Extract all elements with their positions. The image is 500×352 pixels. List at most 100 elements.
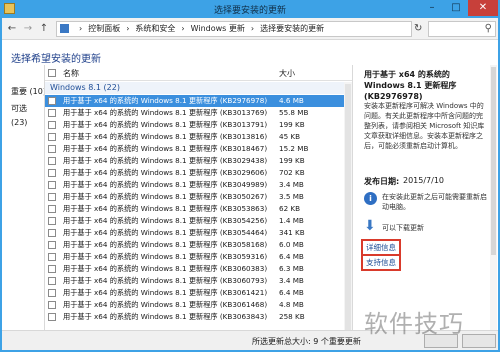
title-bar: 选择要安装的更新 – □ ✕ <box>0 0 500 18</box>
update-size: 6.4 MB <box>279 288 304 297</box>
table-row[interactable]: 用于基于 x64 的系统的 Windows 8.1 更新程序 (KB306146… <box>45 299 352 311</box>
table-row[interactable]: 用于基于 x64 的系统的 Windows 8.1 更新程序 (KB305816… <box>45 239 352 251</box>
table-row[interactable]: 用于基于 x64 的系统的 Windows 8.1 更新程序 (KB305386… <box>45 203 352 215</box>
select-all-checkbox[interactable] <box>48 69 56 77</box>
row-checkbox[interactable] <box>48 109 56 117</box>
table-row[interactable]: 用于基于 x64 的系统的 Windows 8.1 更新程序 (KB305425… <box>45 215 352 227</box>
group-header[interactable]: Windows 8.1 (22) ˄ <box>45 82 352 94</box>
row-checkbox[interactable] <box>48 277 56 285</box>
window: 选择要安装的更新 – □ ✕ ← → ↑ › 控制面板 › 系统和安全 › Windows… <box>0 0 500 352</box>
search-icon: ⚲ <box>484 23 492 34</box>
row-checkbox[interactable] <box>48 169 56 177</box>
control-panel-icon <box>60 24 69 33</box>
tab-important[interactable]: 重要 (10) <box>11 86 46 97</box>
publish-date-label: 发布日期: <box>364 177 400 186</box>
breadcrumb-separator: › <box>79 24 83 33</box>
table-row[interactable]: 用于基于 x64 的系统的 Windows 8.1 更新程序 (KB306038… <box>45 263 352 275</box>
row-checkbox[interactable] <box>48 217 56 225</box>
download-arrow-icon: ⬇ <box>364 218 376 234</box>
table-scrollbar[interactable] <box>344 82 352 348</box>
update-name: 用于基于 x64 的系统的 Windows 8.1 更新程序 (KB301379… <box>63 120 268 129</box>
details-scroll-thumb[interactable] <box>491 67 496 255</box>
table-row[interactable]: 用于基于 x64 的系统的 Windows 8.1 更新程序 (KB302943… <box>45 155 352 167</box>
table-row[interactable]: 用于基于 x64 的系统的 Windows 8.1 更新程序 (KB305931… <box>45 251 352 263</box>
forward-arrow-icon[interactable]: → <box>22 23 34 35</box>
row-checkbox[interactable] <box>48 121 56 129</box>
update-size: 341 KB <box>279 228 305 237</box>
details-description: 安装本更新程序可解决 Windows 中的问题。有关此更新程序中所含问题的完整列… <box>364 102 485 150</box>
table-row[interactable]: 用于基于 x64 的系统的 Windows 8.1 更新程序 (KB301381… <box>45 131 352 143</box>
row-checkbox[interactable] <box>48 301 56 309</box>
table-scroll-thumb[interactable] <box>345 84 351 346</box>
breadcrumb-control-panel[interactable]: 控制面板 <box>88 24 120 33</box>
column-header-name[interactable]: 名称 <box>63 68 79 79</box>
table-row[interactable]: 用于基于 x64 的系统的 Windows 8.1 更新程序 (KB302960… <box>45 167 352 179</box>
table-row[interactable]: 用于基于 x64 的系统的 Windows 8.1 更新程序 (KB301376… <box>45 107 352 119</box>
update-size: 258 KB <box>279 312 305 321</box>
table-row[interactable]: 用于基于 x64 的系统的 Windows 8.1 更新程序 (KB306384… <box>45 311 352 323</box>
update-name: 用于基于 x64 的系统的 Windows 8.1 更新程序 (KB306384… <box>63 312 268 321</box>
breadcrumb-select-updates[interactable]: 选择要安装的更新 <box>260 24 324 33</box>
support-info-link[interactable]: 支持信息 <box>361 254 401 271</box>
table-row[interactable]: 用于基于 x64 的系统的 Windows 8.1 更新程序 (KB306079… <box>45 275 352 287</box>
update-name: 用于基于 x64 的系统的 Windows 8.1 更新程序 (KB305026… <box>63 192 268 201</box>
update-size: 3.4 MB <box>279 276 304 285</box>
update-size: 199 KB <box>279 120 305 129</box>
cancel-button[interactable] <box>462 334 496 348</box>
update-name: 用于基于 x64 的系统的 Windows 8.1 更新程序 (KB306142… <box>63 288 268 297</box>
details-scrollbar[interactable] <box>490 65 497 348</box>
update-size: 702 KB <box>279 168 305 177</box>
table-row[interactable]: 用于基于 x64 的系统的 Windows 8.1 更新程序 (KB304998… <box>45 179 352 191</box>
up-arrow-icon[interactable]: ↑ <box>38 23 50 35</box>
update-name: 用于基于 x64 的系统的 Windows 8.1 更新程序 (KB302960… <box>63 168 268 177</box>
update-name: 用于基于 x64 的系统的 Windows 8.1 更新程序 (KB302943… <box>63 156 268 165</box>
update-size: 45 KB <box>279 132 301 141</box>
update-size: 6.3 MB <box>279 264 304 273</box>
minimize-button[interactable]: – <box>420 0 444 16</box>
row-checkbox[interactable] <box>48 181 56 189</box>
refresh-icon[interactable]: ↻ <box>414 23 422 34</box>
breadcrumb-windows-update[interactable]: Windows 更新 <box>191 24 245 33</box>
row-checkbox[interactable] <box>48 253 56 261</box>
close-button[interactable]: ✕ <box>468 0 498 16</box>
update-size: 62 KB <box>279 204 301 213</box>
update-name: 用于基于 x64 的系统的 Windows 8.1 更新程序 (KB305446… <box>63 228 268 237</box>
row-checkbox[interactable] <box>48 265 56 273</box>
info-icon: i <box>364 192 377 205</box>
row-checkbox[interactable] <box>48 241 56 249</box>
row-checkbox[interactable] <box>48 145 56 153</box>
row-checkbox[interactable] <box>48 97 56 105</box>
update-name: 用于基于 x64 的系统的 Windows 8.1 更新程序 (KB301381… <box>63 132 268 141</box>
row-checkbox[interactable] <box>48 313 56 321</box>
update-size: 4.6 MB <box>279 96 304 105</box>
row-checkbox[interactable] <box>48 193 56 201</box>
table-row[interactable]: 用于基于 x64 的系统的 Windows 8.1 更新程序 (KB305446… <box>45 227 352 239</box>
column-header-size[interactable]: 大小 <box>279 68 295 79</box>
update-name: 用于基于 x64 的系统的 Windows 8.1 更新程序 (KB305816… <box>63 240 268 249</box>
update-name: 用于基于 x64 的系统的 Windows 8.1 更新程序 (KB305425… <box>63 216 268 225</box>
table-row[interactable]: 用于基于 x64 的系统的 Windows 8.1 更新程序 (KB297697… <box>45 95 352 107</box>
updates-table: 名称 大小 Windows 8.1 (22) ˄ 用于基于 x64 的系统的 W… <box>44 65 353 348</box>
update-size: 6.0 MB <box>279 240 304 249</box>
row-checkbox[interactable] <box>48 205 56 213</box>
table-row[interactable]: 用于基于 x64 的系统的 Windows 8.1 更新程序 (KB306142… <box>45 287 352 299</box>
breadcrumb[interactable]: › 控制面板 › 系统和安全 › Windows 更新 › 选择要安装的更新 <box>56 21 412 37</box>
row-checkbox[interactable] <box>48 133 56 141</box>
back-arrow-icon[interactable]: ← <box>6 23 18 35</box>
table-row[interactable]: 用于基于 x64 的系统的 Windows 8.1 更新程序 (KB305026… <box>45 191 352 203</box>
row-checkbox[interactable] <box>48 229 56 237</box>
update-name: 用于基于 x64 的系统的 Windows 8.1 更新程序 (KB305386… <box>63 204 268 213</box>
search-input[interactable]: ⚲ <box>428 21 496 37</box>
tab-optional[interactable]: 可选 (23) <box>2 102 44 127</box>
update-name: 用于基于 x64 的系统的 Windows 8.1 更新程序 (KB306079… <box>63 276 268 285</box>
breadcrumb-separator: › <box>250 24 255 33</box>
breadcrumb-system-security[interactable]: 系统和安全 <box>135 24 175 33</box>
table-row[interactable]: 用于基于 x64 的系统的 Windows 8.1 更新程序 (KB301379… <box>45 119 352 131</box>
row-checkbox[interactable] <box>48 289 56 297</box>
update-name: 用于基于 x64 的系统的 Windows 8.1 更新程序 (KB297697… <box>63 96 268 105</box>
download-note: 可以下载更新 <box>382 224 424 232</box>
maximize-button[interactable]: □ <box>444 0 468 16</box>
table-row[interactable]: 用于基于 x64 的系统的 Windows 8.1 更新程序 (KB301846… <box>45 143 352 155</box>
row-checkbox[interactable] <box>48 157 56 165</box>
page-title: 选择希望安装的更新 <box>11 54 101 65</box>
